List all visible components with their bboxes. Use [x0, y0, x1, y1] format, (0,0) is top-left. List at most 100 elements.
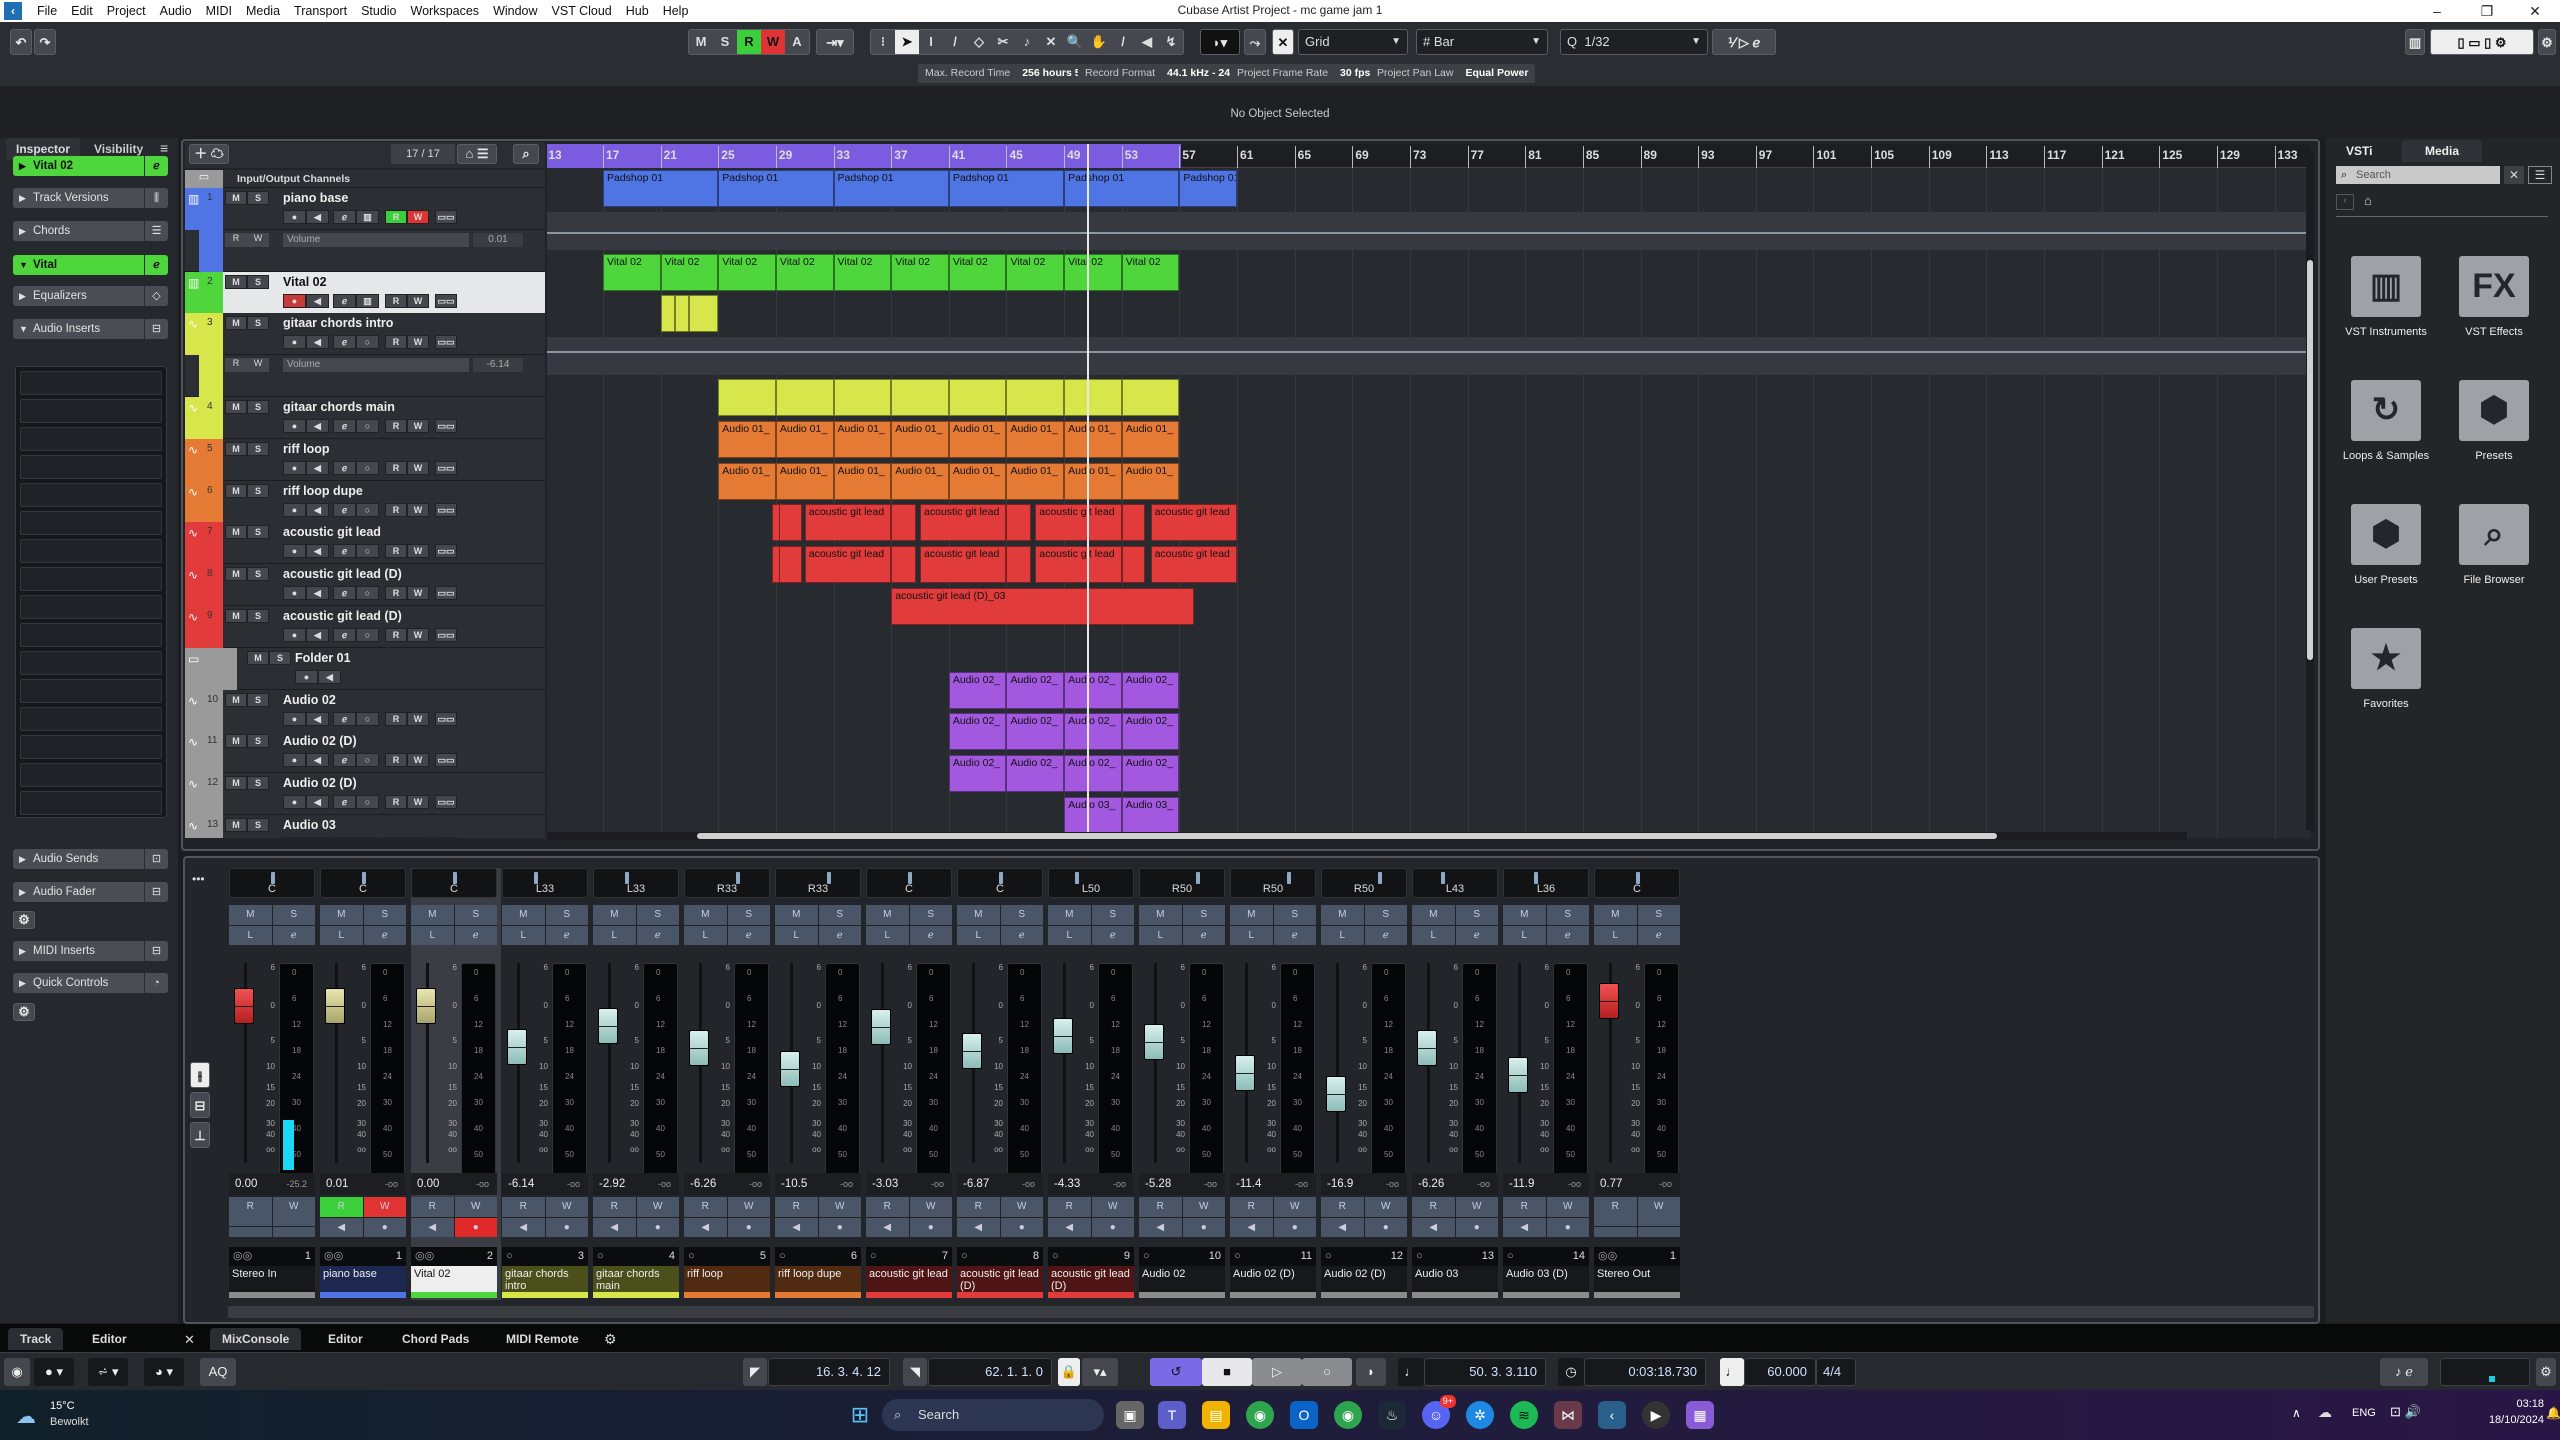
channel-name[interactable]: Audio 02 [1139, 1266, 1225, 1292]
write-automation-button[interactable]: W [407, 460, 429, 475]
clip[interactable]: Audio 02_ [948, 671, 1007, 709]
clear-search-icon[interactable]: ✕ [2504, 166, 2524, 184]
expand-arrow-icon[interactable]: ▶ [19, 941, 26, 961]
write-automation-button[interactable]: W [407, 711, 429, 726]
left-locator-icon[interactable]: ◤ [743, 1358, 767, 1386]
listen-button[interactable]: L [957, 925, 1000, 945]
section-action-icon[interactable]: ⫼ [144, 188, 168, 208]
volume-value[interactable]: -6.14 -oo [502, 1173, 588, 1195]
record-enable-button[interactable]: ● [1182, 1217, 1225, 1237]
read-automation-button[interactable]: R [385, 419, 407, 433]
write-automation-button[interactable]: W [909, 1197, 952, 1217]
inspector-section-audio-sends[interactable]: ▶ Audio Sends ⊡ [13, 849, 168, 869]
track-row[interactable]: ▥ 1 M Spiano base ● ◀ ℯ ▥ R W ▭▭ [185, 188, 545, 230]
clip[interactable]: Audio 01_ [775, 462, 834, 500]
language-indicator[interactable]: ENG [2352, 1407, 2376, 1419]
record-enable-button[interactable]: ● [283, 795, 306, 810]
inspector-section-quick-controls[interactable]: ▶ Quick Controls ◔ [13, 973, 168, 993]
volume-value[interactable]: 0.01 -oo [320, 1173, 406, 1195]
monitor-button[interactable]: ◀ [306, 711, 329, 726]
pan-control[interactable]: L50 [1048, 868, 1134, 898]
monitor-button[interactable]: ◀ [306, 628, 329, 642]
mute-button[interactable]: M [411, 905, 454, 925]
right-locator-icon[interactable]: ◥ [903, 1358, 927, 1386]
insert-slot[interactable] [20, 707, 162, 731]
tab-editor[interactable]: Editor [316, 1328, 375, 1350]
track-name[interactable]: acoustic git lead (D) [283, 567, 402, 581]
monitor-button[interactable]: ◀ [306, 753, 329, 768]
clock-time[interactable]: 03:18 [2484, 1398, 2544, 1410]
solo-button[interactable]: S [1273, 905, 1316, 925]
snap-on-icon[interactable]: ✕ [1272, 29, 1294, 55]
tab-media[interactable]: Media [2402, 140, 2482, 162]
track-row[interactable]: ∿ 8 M Sacoustic git lead (D) ● ◀ ℯ ○ R W ▭▭ [185, 564, 545, 607]
insert-slot[interactable] [20, 763, 162, 787]
edit-channel-button[interactable]: ℯ [333, 795, 356, 810]
monitor-button[interactable]: ◀ [684, 1217, 727, 1237]
mute-tool-icon[interactable]: ✕ [1039, 30, 1063, 54]
volume-fader[interactable] [1417, 1029, 1437, 1066]
track-row[interactable]: ∿ 10 M S Audio 02 ● ◀ ℯ ○ R W ▭▭ [185, 689, 545, 732]
volume-value[interactable]: -11.4 -oo [1230, 1173, 1316, 1195]
outlook-icon[interactable]: O [1290, 1401, 1318, 1429]
range-tool-icon[interactable]: I [919, 30, 943, 54]
track-row[interactable]: ∿ 3 M Sgitaar chords intro ● ◀ ℯ ○ R W ▭▭ [185, 313, 545, 356]
clip[interactable]: acoustic git lead [804, 546, 892, 584]
read-automation-button[interactable]: R [385, 460, 407, 475]
arrange-area[interactable]: 13 17 21 25 29 33 37 41 45 49 53 57 61 65 69 73 77 81 85 89… [547, 144, 2310, 838]
solo-button[interactable]: S [636, 905, 679, 925]
read-automation-button[interactable]: R [385, 711, 407, 726]
collapse-arrow-icon[interactable]: ▼ [19, 319, 28, 339]
pan-control[interactable]: C [866, 868, 952, 898]
clip[interactable]: Audio 01_ [1006, 420, 1065, 458]
channel-name[interactable]: gitaar chords intro [502, 1266, 588, 1292]
monitor-button[interactable]: ◀ [502, 1217, 545, 1237]
solo-button[interactable]: S [247, 483, 269, 498]
write-automation-button[interactable]: W [407, 544, 429, 559]
mute-button[interactable]: M [225, 567, 247, 582]
teams-icon[interactable]: T [1158, 1401, 1186, 1429]
automation-value[interactable]: -6.14 [473, 358, 523, 373]
automation-lane[interactable]: R W Volume -6.14 [185, 355, 545, 398]
inspector-section-vital[interactable]: ▼ Vital ℯ [13, 255, 168, 275]
record-enable-button[interactable]: ● [283, 335, 306, 350]
lanes-button[interactable]: ▭▭ [435, 460, 457, 475]
section-action-icon[interactable]: ☰ [144, 221, 168, 241]
mute-button[interactable]: M [225, 776, 247, 791]
maximize-button[interactable]: ❐ [2464, 0, 2510, 22]
write-automation-button[interactable]: W [1455, 1197, 1498, 1217]
lanes-button[interactable]: ▭▭ [435, 544, 457, 559]
clip[interactable] [948, 379, 1007, 416]
inspector-section-vital-02[interactable]: ▶ Vital 02 ℯ [13, 156, 168, 176]
expand-arrow-icon[interactable]: ▶ [19, 188, 26, 208]
clip[interactable]: Audio 01_ [891, 420, 949, 458]
audio-mode-dropdown[interactable]: ⩫ ▾ [88, 1358, 128, 1386]
monitor-button[interactable]: ◀ [1503, 1217, 1546, 1237]
tile-vst-instruments[interactable]: ▥ [2351, 256, 2421, 317]
lanes-button[interactable]: ▭▭ [435, 753, 457, 768]
lock-icon[interactable]: 🔒 [1058, 1358, 1080, 1386]
channel-name[interactable]: acoustic git lead (D) [1048, 1266, 1134, 1292]
instrument-button[interactable]: ○ [356, 335, 379, 350]
read-automation-button[interactable]: R [502, 1197, 545, 1217]
mute-button[interactable]: M [225, 274, 247, 289]
search-tracks-icon[interactable]: ⌕ [513, 144, 539, 164]
tab-vsti[interactable]: VSTi [2346, 140, 2372, 162]
record-enable-button[interactable]: ● [283, 586, 306, 601]
monitor-button[interactable]: ◀ [306, 460, 329, 475]
edit-channel-button[interactable]: ℯ [1000, 925, 1043, 945]
read-automation-button[interactable]: R [320, 1197, 363, 1217]
record-enable-button[interactable]: ● [283, 837, 306, 838]
monitor-button[interactable]: ◀ [957, 1217, 1000, 1237]
solo-button[interactable]: S [818, 905, 861, 925]
solo-button[interactable]: S [1364, 905, 1407, 925]
clip[interactable]: Audio 02_ [1064, 755, 1122, 793]
channel-name[interactable]: Stereo In [229, 1266, 315, 1292]
clip[interactable] [1121, 546, 1145, 584]
mute-button[interactable]: M [225, 818, 247, 832]
pan-control[interactable]: L43 [1412, 868, 1498, 898]
pan-control[interactable]: R50 [1139, 868, 1225, 898]
weather-icon[interactable]: ☁ [16, 1404, 36, 1429]
instrument-button[interactable]: ○ [356, 795, 379, 810]
handle-tool-icon[interactable]: ⁝ [871, 30, 895, 54]
